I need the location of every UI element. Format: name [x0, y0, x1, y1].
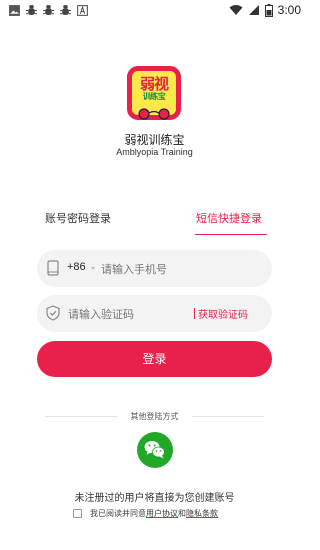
- get-code-button[interactable]: 获取验证码: [198, 306, 248, 321]
- battery-icon: [264, 3, 273, 17]
- wechat-login-button[interactable]: [137, 432, 173, 468]
- tab-account-login[interactable]: 账号密码登录: [45, 210, 111, 226]
- active-tab-indicator: [195, 234, 267, 235]
- divider-right: [192, 416, 264, 417]
- logo-text-bottom: 训练宝: [142, 92, 166, 101]
- chevron-down-icon[interactable]: [91, 267, 95, 270]
- status-right-icons: 3:00: [229, 3, 301, 17]
- status-time: 3:00: [277, 3, 301, 17]
- image-icon: [9, 5, 20, 16]
- login-button[interactable]: 登录: [37, 341, 272, 377]
- country-code-selector[interactable]: +86: [67, 261, 86, 273]
- agreement-row: 我已阅读并同意 用户协议 和 隐私条款: [73, 508, 218, 519]
- tab-sms-login[interactable]: 短信快捷登录: [196, 210, 262, 226]
- agreement-checkbox[interactable]: [73, 509, 82, 518]
- glasses-icon: [138, 108, 170, 120]
- wechat-icon: [144, 441, 165, 459]
- user-agreement-link[interactable]: 用户协议: [146, 508, 178, 519]
- bug-icon: [43, 5, 54, 15]
- bug-icon: [60, 5, 71, 15]
- status-left-icons: [8, 4, 89, 17]
- app-logo: 弱视 训练宝: [127, 66, 181, 120]
- wifi-icon: [229, 5, 243, 15]
- code-field: 获取验证码: [37, 295, 272, 332]
- app-subtitle: Amblyopia Training: [116, 147, 193, 157]
- bug-icon: [26, 5, 37, 15]
- signal-icon: [248, 5, 259, 15]
- phone-icon: [47, 260, 59, 276]
- status-bar: 3:00: [0, 0, 309, 22]
- phone-field: +86: [37, 250, 272, 287]
- text-a-icon: [77, 5, 88, 16]
- agreement-and: 和: [178, 509, 186, 518]
- phone-input[interactable]: [101, 259, 261, 279]
- register-hint: 未注册过的用户将直接为您创建账号: [74, 493, 235, 504]
- shield-icon: [46, 305, 60, 321]
- agreement-prefix: 我已阅读并同意: [90, 509, 146, 518]
- privacy-policy-link[interactable]: 隐私条款: [186, 508, 218, 519]
- code-divider: [194, 308, 195, 319]
- verification-code-input[interactable]: [68, 304, 188, 324]
- app-title: 弱视训练宝: [124, 133, 185, 147]
